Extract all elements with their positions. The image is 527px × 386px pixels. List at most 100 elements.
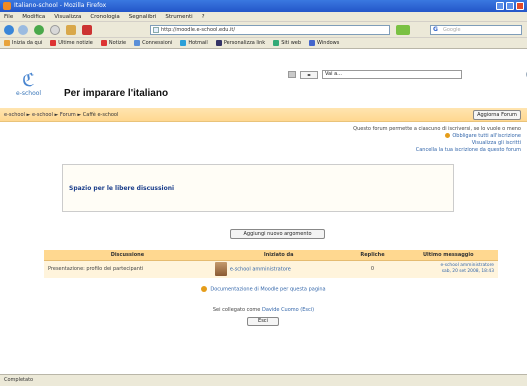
menu-bookmarks[interactable]: Segnalibri: [129, 12, 157, 21]
bookmark-label: Siti web: [281, 39, 302, 46]
bookmark-icon: [4, 40, 10, 46]
bookmark-item[interactable]: Connessioni: [134, 38, 172, 48]
breadcrumb: e-school ► e-school ► Forum ► Caffè e-sc…: [4, 112, 119, 118]
bookmark-item[interactable]: Siti web: [273, 38, 301, 48]
force-subscription-link[interactable]: Obbligare tutti all'iscrizione: [452, 133, 521, 139]
menu-view[interactable]: Visualizza: [54, 12, 81, 21]
moodle-docs-link[interactable]: Documentazione di Moodle per questa pagi…: [210, 287, 325, 293]
bookmark-icon: [215, 40, 222, 46]
site-logo[interactable]: ℭ e-school: [16, 70, 46, 98]
menu-help[interactable]: ?: [202, 12, 205, 21]
jump-select-arrow[interactable]: ◂▸: [300, 70, 318, 79]
bookmark-item[interactable]: Inizia da qui: [4, 38, 42, 48]
subscribe-icon: [445, 133, 451, 138]
author-link[interactable]: e-school amministratore: [230, 267, 291, 273]
stop-icon[interactable]: [50, 25, 60, 35]
update-forum-button[interactable]: Aggiorna Forum: [473, 110, 521, 120]
breadcrumb-item[interactable]: Forum: [60, 112, 76, 118]
jump-icon[interactable]: [288, 71, 296, 78]
replies-count[interactable]: 0: [346, 260, 399, 278]
doc-link-line: Documentazione di Moodle per questa pagi…: [0, 286, 527, 293]
close-button[interactable]: [516, 2, 524, 10]
logo-swirl-icon: ℭ: [22, 70, 35, 91]
bookmark-icon: [180, 40, 187, 46]
page-title: Per imparare l'italiano: [64, 88, 169, 99]
status-bar: Completato: [0, 374, 527, 386]
bookmarks-toolbar: Inizia da qui Ultime notizie Notizie Connes…: [0, 38, 527, 49]
breadcrumb-current: Caffè e-school: [82, 112, 119, 118]
bookmark-icon: [50, 40, 57, 46]
favicon-icon: [153, 27, 159, 33]
avatar[interactable]: [214, 262, 227, 277]
breadcrumb-item[interactable]: e-school: [4, 112, 25, 118]
window-controls: [496, 2, 524, 10]
menu-edit[interactable]: Modifica: [22, 12, 45, 21]
window-title-bar: Italiano-school - Mozilla Firefox: [0, 0, 527, 12]
bookmark-item[interactable]: Personalizza link: [215, 38, 266, 48]
last-post-cell: e-school amministratore sab, 20 set 2008…: [398, 260, 498, 278]
subscription-links: Questo forum permette a ciascuno di iscr…: [251, 126, 521, 154]
bookmark-item[interactable]: Hotmail: [180, 38, 208, 48]
bookmark-label: Windows: [317, 39, 340, 46]
column-header-author[interactable]: Iniziato da: [210, 250, 347, 261]
bookmark-item[interactable]: Notizie: [100, 38, 127, 48]
bookmark-label: Inizia da qui: [12, 39, 43, 46]
breadcrumb-item[interactable]: e-school: [32, 112, 53, 118]
menu-bar: File Modifica Visualizza Cronologia Segn…: [0, 12, 527, 22]
google-icon: G: [433, 26, 438, 33]
bookmark-icon: [273, 40, 280, 46]
table-row: Presentazione: profilo dei partecipanti …: [44, 260, 498, 278]
go-button[interactable]: [396, 25, 410, 35]
menu-file[interactable]: File: [4, 12, 13, 21]
address-bar[interactable]: http://moodle.e-school.edu.it/: [150, 25, 390, 35]
bookmark-icon: [100, 40, 107, 46]
column-header-topic[interactable]: Discussione: [44, 250, 211, 261]
subscription-mode-text: Questo forum permette a ciascuno di iscr…: [353, 126, 521, 132]
window-title: Italiano-school - Mozilla Firefox: [14, 2, 107, 9]
bookmark-label: Hotmail: [188, 39, 208, 46]
search-placeholder: Google: [443, 27, 461, 33]
bookmark-item[interactable]: Windows: [309, 38, 339, 48]
bookmark-icon: [309, 40, 316, 46]
topic-link[interactable]: Presentazione: profilo dei partecipanti: [44, 260, 211, 278]
help-icon: [201, 286, 208, 292]
home-icon[interactable]: [66, 25, 76, 35]
last-post-date[interactable]: sab, 20 set 2008, 18:43: [403, 269, 494, 275]
login-info: Sei collegato come Davide Cuomo (Esci): [0, 307, 527, 313]
forum-intro-box: Spazio per le libere discussioni: [62, 164, 454, 212]
show-subscribers-link[interactable]: Visualizza gli iscritti: [251, 140, 521, 147]
stop-loading-icon[interactable]: [82, 25, 92, 35]
reload-icon[interactable]: [34, 25, 44, 35]
search-input[interactable]: G Google: [430, 25, 522, 35]
bookmark-item[interactable]: Ultime notizie: [50, 38, 93, 48]
jump-select[interactable]: Vai a...: [322, 70, 462, 79]
bookmark-label: Personalizza link: [223, 39, 266, 46]
menu-history[interactable]: Cronologia: [90, 12, 119, 21]
column-header-replies[interactable]: Repliche: [346, 250, 399, 261]
menu-tools[interactable]: Strumenti: [165, 12, 192, 21]
author-cell: e-school amministratore: [210, 260, 347, 278]
back-icon[interactable]: [4, 25, 14, 35]
firefox-icon: [3, 2, 11, 10]
forum-intro-text: Spazio per le libere discussioni: [69, 185, 175, 192]
logged-user-link[interactable]: Davide Cuomo (Esci): [262, 307, 314, 313]
bookmark-label: Ultime notizie: [58, 39, 93, 46]
navbar-strip: e-school ► e-school ► Forum ► Caffè e-sc…: [0, 108, 527, 122]
discussion-table: Discussione Iniziato da Repliche Ultimo …: [44, 250, 498, 278]
navigation-toolbar: http://moodle.e-school.edu.it/ G Google: [0, 22, 527, 38]
column-header-last-post[interactable]: Ultimo messaggio: [398, 250, 498, 261]
bookmark-icon: [134, 40, 141, 46]
web-page: ℭ e-school Per imparare l'italiano ◂▸ Va…: [0, 50, 527, 370]
bookmark-label: Notizie: [108, 39, 127, 46]
status-text: Completato: [4, 377, 34, 383]
bookmark-label: Connessioni: [142, 39, 173, 46]
login-prefix: Sei collegato come: [212, 307, 261, 313]
add-new-topic-button[interactable]: Aggiungi nuovo argomento: [230, 229, 325, 239]
address-url: http://moodle.e-school.edu.it/: [161, 27, 236, 33]
logo-text: e-school: [16, 90, 42, 97]
minimize-button[interactable]: [496, 2, 504, 10]
maximize-button[interactable]: [506, 2, 514, 10]
forward-icon[interactable]: [18, 25, 28, 35]
logout-button[interactable]: Esci: [247, 317, 279, 326]
unsubscribe-link[interactable]: Cancella la tua iscrizione da questo for…: [251, 147, 521, 154]
